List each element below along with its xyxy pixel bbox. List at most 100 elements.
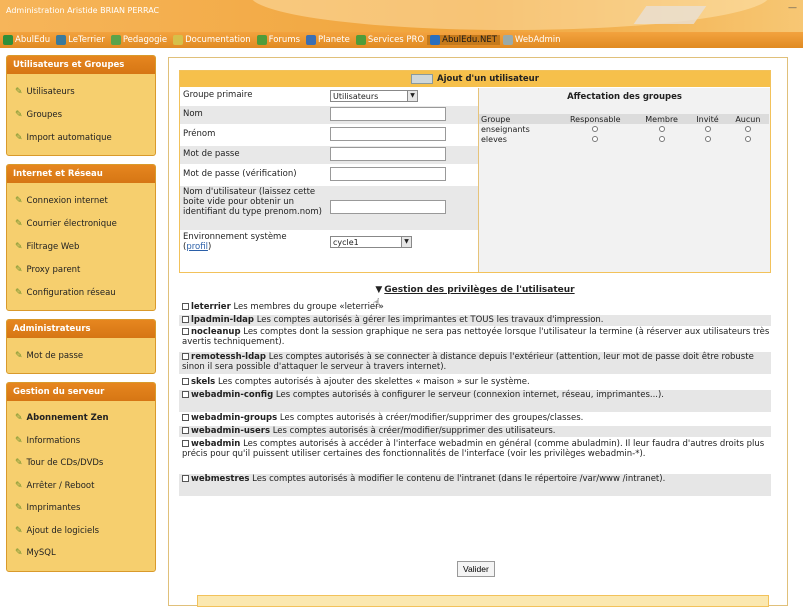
- sidebar-item-label: Imprimantes: [26, 503, 81, 514]
- group-role-radio[interactable]: [744, 125, 751, 132]
- nav-item-terrier[interactable]: LeTerrier: [53, 35, 108, 45]
- group-role-radio[interactable]: [592, 135, 599, 142]
- password-field[interactable]: [330, 147, 446, 161]
- privilege-checkbox[interactable]: [182, 427, 189, 434]
- sidebar-item[interactable]: ✎ Proxy parent: [7, 258, 155, 281]
- nav-item-forums[interactable]: Forums: [254, 35, 303, 45]
- privilege-item: webadmin-groups Les comptes autorisés à …: [179, 413, 771, 424]
- groups-column-header: Aucun: [726, 114, 769, 124]
- privilege-name: webadmin-config: [191, 390, 274, 400]
- privilege-checkbox[interactable]: [182, 353, 189, 360]
- sidebar-item[interactable]: ✎ Import automatique: [7, 126, 155, 149]
- privilege-checkbox[interactable]: [182, 378, 189, 385]
- tool-icon: ✎: [15, 287, 23, 298]
- sidebar-item-label: Utilisateurs: [26, 86, 75, 97]
- sidebar-item[interactable]: ✎ Abonnement Zen: [7, 407, 155, 430]
- env-value: cycle1: [333, 237, 359, 247]
- privilege-checkbox[interactable]: [182, 391, 189, 398]
- nav-item-planete[interactable]: Planete: [303, 35, 353, 45]
- tool-icon: ✎: [15, 218, 23, 229]
- privilege-item: leterrier Les membres du groupe «leterri…: [179, 302, 771, 313]
- sidebar-list: ✎ Abonnement Zen ✎ Informations ✎ Tour de CDs…: [7, 401, 155, 571]
- sidebar-item[interactable]: ✎ Configuration réseau: [7, 281, 155, 304]
- form-title: Ajout d'un utilisateur: [437, 74, 539, 84]
- password-confirm-field[interactable]: [330, 167, 446, 181]
- prenom-field[interactable]: [330, 127, 446, 141]
- sidebar-item[interactable]: ✎ Ajout de logiciels: [7, 520, 155, 543]
- sidebar-item[interactable]: ✎ MySQL: [7, 542, 155, 565]
- sidebar-item[interactable]: ✎ Utilisateurs: [7, 80, 155, 103]
- valider-button[interactable]: Valider: [457, 561, 495, 577]
- sidebar-item[interactable]: ✎ Informations: [7, 430, 155, 453]
- bottom-panel: [197, 595, 769, 607]
- nom-field[interactable]: [330, 107, 446, 121]
- privilege-name: webmestres: [191, 474, 250, 484]
- privilege-description: Les comptes autorisés à créer/modifier/s…: [272, 426, 556, 436]
- sidebar-item[interactable]: ✎ Filtrage Web: [7, 235, 155, 258]
- privilege-item: webmestres Les comptes autorisés à modif…: [179, 474, 771, 496]
- primary-group-label: Groupe primaire: [183, 90, 253, 100]
- nav-item-abuledu[interactable]: AbulEdu: [0, 35, 53, 45]
- env-select[interactable]: cycle1 ▼: [330, 236, 412, 248]
- privilege-checkbox[interactable]: [182, 475, 189, 482]
- privilege-checkbox[interactable]: [182, 303, 189, 310]
- nav-item-documentation[interactable]: Documentation: [170, 35, 254, 45]
- tool-icon: ✎: [15, 458, 23, 469]
- sidebar-item[interactable]: ✎ Mot de passe: [7, 344, 155, 367]
- sidebar-list: ✎ Connexion internet ✎ Courrier électroniqu…: [7, 183, 155, 310]
- env-label: Environnement système: [183, 232, 287, 242]
- privilege-item: nocleanup Les comptes dont la session gr…: [179, 327, 771, 349]
- sidebar-item[interactable]: ✎ Imprimantes: [7, 497, 155, 520]
- nav-item-abuledunet[interactable]: AbulEdu.NET: [427, 35, 500, 45]
- groups-row: eleves: [479, 134, 769, 144]
- nav-item-label: Services PRO: [367, 35, 425, 45]
- nom-label: Nom: [183, 109, 203, 119]
- privilege-checkbox[interactable]: [182, 414, 189, 421]
- group-role-radio[interactable]: [704, 125, 711, 132]
- password-confirm-label: Mot de passe (vérification): [183, 169, 297, 179]
- privilege-name: webadmin-groups: [191, 413, 278, 423]
- groups-column-header: Responsable: [555, 114, 635, 124]
- sidebar-section-title: Administrateurs: [7, 320, 155, 338]
- profil-link[interactable]: profil: [186, 242, 208, 252]
- primary-group-row: Groupe primaire Utilisateurs ▼: [180, 90, 478, 102]
- privilege-checkbox[interactable]: [182, 328, 189, 335]
- nav-item-webadmin[interactable]: WebAdmin: [500, 35, 564, 45]
- privilege-item: skels Les comptes autorisés à ajouter de…: [179, 377, 771, 388]
- tool-icon: ✎: [15, 525, 23, 536]
- sidebar-item[interactable]: ✎ Arrêter / Reboot: [7, 475, 155, 498]
- sidebar-item-label: Abonnement Zen: [26, 413, 109, 424]
- nav-item-label: Planete: [318, 35, 350, 45]
- minimize-icon[interactable]: —: [788, 3, 797, 13]
- privilege-checkbox[interactable]: [182, 316, 189, 323]
- group-role-radio[interactable]: [658, 135, 665, 142]
- privilege-description: Les comptes autorisés à accéder à l'inte…: [182, 439, 765, 459]
- username-label: Nom d'utilisateur (laissez cette boite v…: [183, 187, 322, 217]
- sidebar-item[interactable]: ✎ Tour de CDs/DVDs: [7, 452, 155, 475]
- services-icon: [355, 35, 366, 45]
- privilege-description: Les comptes autorisés à modifier le cont…: [252, 474, 666, 484]
- env-label-group: Environnement système (profil): [183, 232, 287, 252]
- add-user-form: Ajout d'un utilisateur Groupe primaire U…: [179, 70, 771, 273]
- sidebar-item[interactable]: ✎ Groupes: [7, 103, 155, 126]
- nav-item-pedagogie[interactable]: Pedagogie: [108, 35, 170, 45]
- abuledunet-icon: [430, 35, 441, 45]
- privilege-name: nocleanup: [191, 327, 241, 337]
- nav-item-label: Pedagogie: [122, 35, 168, 45]
- primary-group-select[interactable]: Utilisateurs ▼: [330, 90, 418, 102]
- group-role-radio[interactable]: [704, 135, 711, 142]
- privilege-checkbox[interactable]: [182, 440, 189, 447]
- nav-item-services[interactable]: Services PRO: [353, 35, 427, 45]
- privilege-name: webadmin-users: [191, 426, 270, 436]
- group-role-radio[interactable]: [744, 135, 751, 142]
- groups-column-header: Groupe: [479, 114, 556, 124]
- privileges-toggle[interactable]: ▼ Gestion des privilèges de l'utilisateur: [179, 285, 771, 295]
- group-role-radio[interactable]: [592, 125, 599, 132]
- password-label: Mot de passe: [183, 149, 240, 159]
- groups-column-header: Membre: [634, 114, 689, 124]
- sidebar-item-label: Arrêter / Reboot: [26, 480, 95, 491]
- username-field[interactable]: [330, 200, 446, 214]
- sidebar-item[interactable]: ✎ Connexion internet: [7, 189, 155, 212]
- sidebar-item[interactable]: ✎ Courrier électronique: [7, 212, 155, 235]
- group-role-radio[interactable]: [658, 125, 665, 132]
